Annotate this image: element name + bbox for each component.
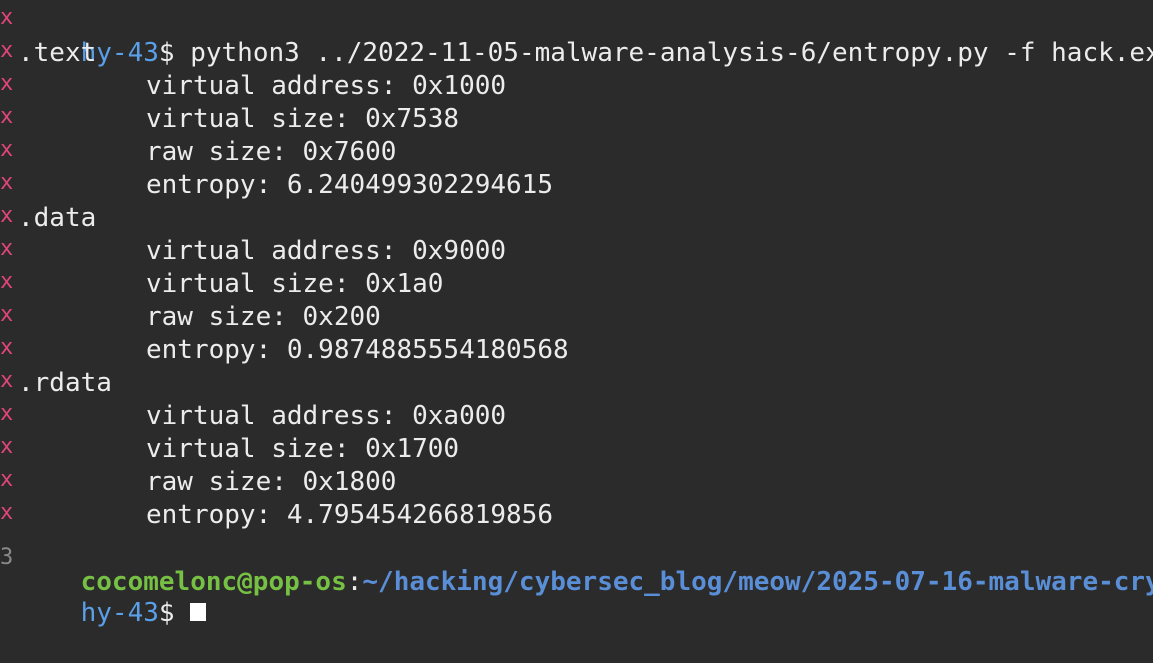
prompt-host: hy-43 [80, 598, 159, 628]
prompt-line-next[interactable]: hy-43$ [18, 564, 207, 628]
prompt-path: ~/hacking/cybersec_blog/meow/2025-07-16-… [362, 567, 1153, 597]
gutter-mark: x [0, 302, 14, 327]
gutter-mark: x [0, 137, 14, 162]
prompt-symbol: $ [158, 38, 191, 68]
gutter-mark: x [0, 38, 14, 63]
gutter-mark: x [0, 269, 14, 294]
gutter-mark: x [0, 170, 14, 195]
gutter-mark: x [0, 335, 14, 360]
section-entropy: entropy: 0.9874885554180568 [146, 335, 569, 365]
gutter-mark: x [0, 434, 14, 459]
terminal-output[interactable]: hy-43$ python3 ../2022-11-05-malware-ana… [18, 0, 1153, 628]
text-cursor[interactable] [190, 603, 207, 621]
section-virtual-size: virtual size: 0x7538 [146, 104, 460, 134]
section-virtual-address: virtual address: 0x1000 [146, 71, 507, 101]
section-virtual-address: virtual address: 0xa000 [146, 401, 507, 431]
gutter-mark: x [0, 500, 14, 525]
gutter-mark: x [0, 236, 14, 261]
command-text: python3 ../2022-11-05-malware-analysis-6… [190, 38, 1153, 68]
prompt-colon: : [346, 567, 363, 597]
section-virtual-size: virtual size: 0x1a0 [146, 269, 444, 299]
command-line: hy-43$ python3 ../2022-11-05-malware-ana… [18, 4, 1153, 68]
editor-gutter: x x x x x x x x x x x x x x x x 3 [0, 0, 16, 574]
gutter-mark: x [0, 71, 14, 96]
section-entropy: entropy: 4.795454266819856 [146, 500, 553, 530]
gutter-mark: x [0, 5, 14, 30]
gutter-mark: x [0, 368, 14, 393]
section-virtual-address: virtual address: 0x9000 [146, 236, 507, 266]
section-raw-size: raw size: 0x1800 [146, 467, 397, 497]
section-name: .text [18, 38, 97, 68]
section-raw-size: raw size: 0x200 [146, 302, 381, 332]
gutter-mark: x [0, 401, 14, 426]
section-virtual-size: virtual size: 0x1700 [146, 434, 460, 464]
gutter-mark: x [0, 104, 14, 129]
section-entropy: entropy: 6.240499302294615 [146, 170, 553, 200]
gutter-line-number: 3 [0, 545, 14, 570]
gutter-mark: x [0, 203, 14, 228]
section-name: .data [18, 203, 97, 233]
section-raw-size: raw size: 0x7600 [146, 137, 397, 167]
gutter-mark: x [0, 467, 14, 492]
prompt-symbol: $ [158, 598, 191, 628]
section-name: .rdata [18, 368, 112, 398]
prompt-line: cocomelonc@pop-os:~/hacking/cybersec_blo… [18, 533, 1153, 597]
